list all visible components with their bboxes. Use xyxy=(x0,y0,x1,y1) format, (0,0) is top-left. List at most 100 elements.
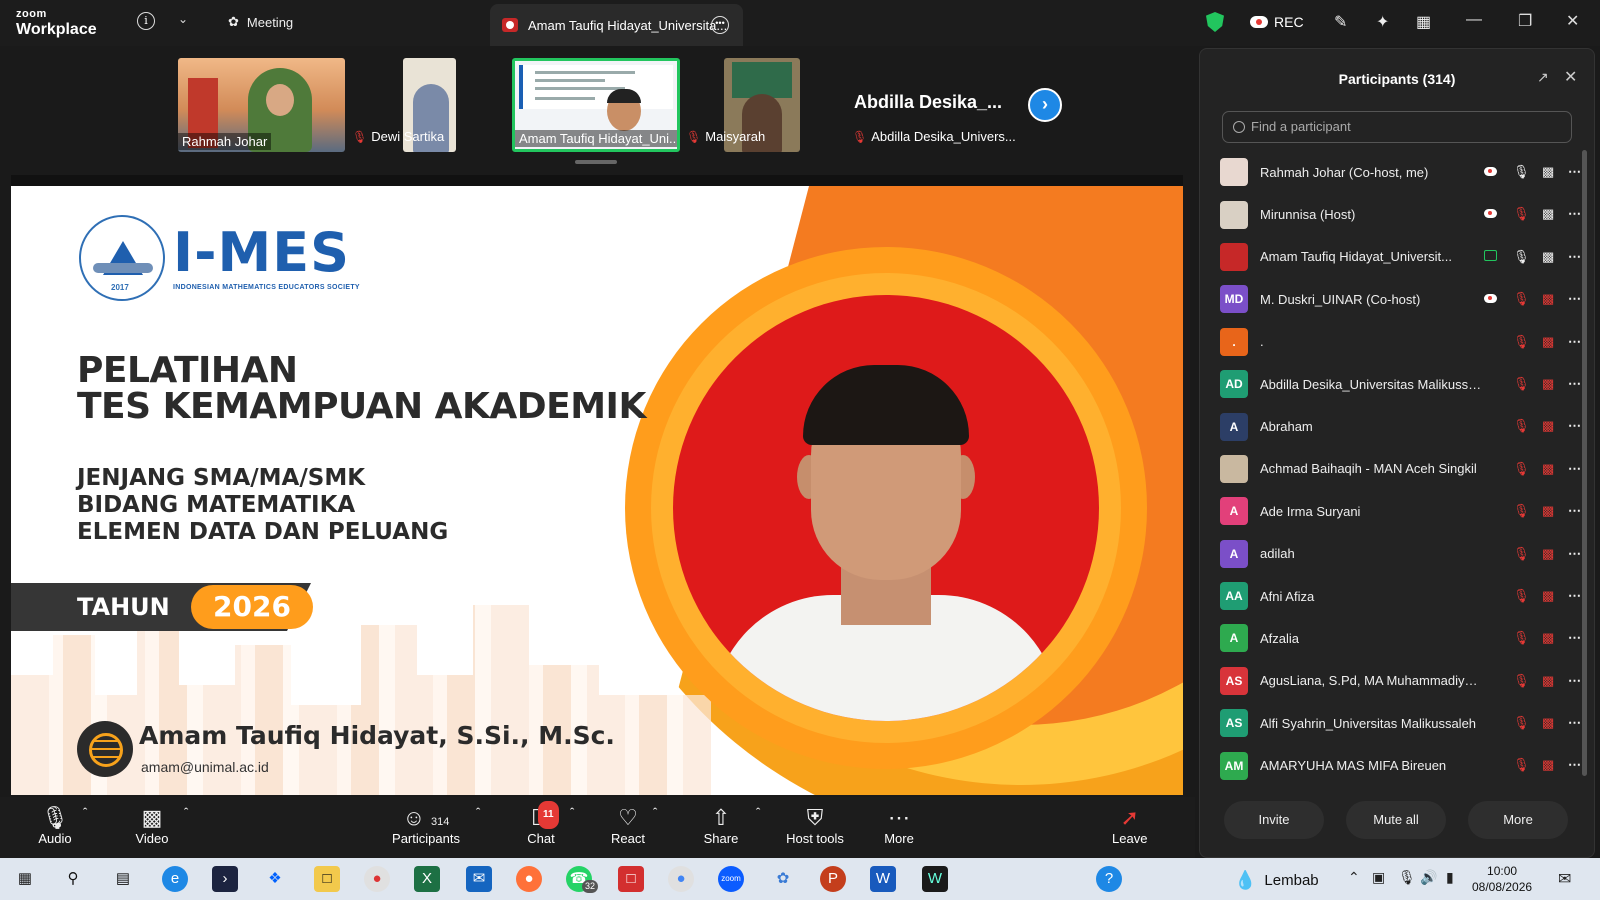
participants-options-caret[interactable]: ˆ xyxy=(476,805,480,820)
camera-off-icon[interactable]: ▩ xyxy=(1542,715,1554,731)
participant-more-icon[interactable]: ⋯ xyxy=(1568,164,1582,180)
participant-more-icon[interactable]: ⋯ xyxy=(1568,673,1582,689)
mail-icon[interactable]: ✉ xyxy=(466,866,492,892)
participant-row[interactable]: A Afzalia 🎙 ▩ ⋯ xyxy=(1220,617,1581,659)
system-clock[interactable]: 10:00 08/08/2026 xyxy=(1472,863,1532,895)
chrome-icon[interactable]: ● xyxy=(364,866,390,892)
whatsapp-icon[interactable]: ☎ 32 xyxy=(566,866,599,893)
participant-more-icon[interactable]: ⋯ xyxy=(1568,588,1582,604)
participant-more-icon[interactable]: ⋯ xyxy=(1568,757,1582,773)
mic-muted-icon[interactable]: 🎙 xyxy=(1513,334,1530,350)
camera-off-icon[interactable]: ▩ xyxy=(1542,418,1554,434)
pop-out-icon[interactable]: ↗ xyxy=(1537,69,1549,86)
minimize-icon[interactable]: — xyxy=(1466,11,1482,29)
participant-more-icon[interactable]: ⋯ xyxy=(1568,503,1582,519)
camera-off-icon[interactable]: ▩ xyxy=(1542,461,1554,477)
host-tools-button[interactable]: ⛨ Host tools xyxy=(782,805,848,846)
mic-muted-icon[interactable]: 🎙 xyxy=(1513,757,1530,773)
microphone-icon[interactable]: 🎙 xyxy=(1513,249,1530,265)
participant-row[interactable]: MD M. Duskri_UINAR (Co-host) 🎙 ▩ ⋯ xyxy=(1220,278,1582,320)
powershell-icon[interactable]: › xyxy=(212,866,238,892)
mic-muted-icon[interactable]: 🎙 xyxy=(1513,630,1530,646)
participant-search-input[interactable]: Find a participant xyxy=(1222,111,1572,143)
leave-button[interactable]: ➚ Leave xyxy=(1112,805,1147,846)
ai-sparkle-icon[interactable]: ✦ xyxy=(1376,12,1389,32)
participant-row[interactable]: AA Afni Afiza 🎙 ▩ ⋯ xyxy=(1220,575,1582,617)
participant-more-icon[interactable]: ⋯ xyxy=(1568,291,1582,307)
pdf-reader-icon[interactable]: □ xyxy=(618,866,644,892)
audio-options-caret[interactable]: ˆ xyxy=(83,805,87,820)
mic-muted-icon[interactable]: 🎙 xyxy=(1513,376,1530,392)
participant-row[interactable]: AM AMARYUHA MAS MIFA Bireuen 🎙 ▩ ⋯ xyxy=(1220,744,1582,786)
participant-row[interactable]: Amam Taufiq Hidayat_Universit... 🎙 ▩ ⋯ xyxy=(1220,236,1582,278)
network-app-icon[interactable]: ✿ xyxy=(770,866,796,892)
camera-icon[interactable]: ▩ xyxy=(1542,249,1554,265)
meeting-tab[interactable]: ✿ Meeting xyxy=(228,14,293,30)
participant-more-icon[interactable]: ⋯ xyxy=(1568,376,1582,392)
participant-row[interactable]: AD Abdilla Desika_Universitas Malikussal.… xyxy=(1220,363,1582,405)
react-button[interactable]: ♡ React xyxy=(608,805,648,846)
weather-widget[interactable]: 💧 Lembab xyxy=(1234,870,1319,891)
mic-tray-icon[interactable]: 🎙 xyxy=(1398,869,1416,886)
edge-icon[interactable]: e xyxy=(162,866,188,892)
close-panel-icon[interactable]: ✕ xyxy=(1564,67,1577,87)
mic-muted-icon[interactable]: 🎙 xyxy=(1513,206,1530,222)
participant-row[interactable]: Mirunnisa (Host) 🎙 ▩ ⋯ xyxy=(1220,193,1582,235)
windows-start-icon[interactable]: ▦ xyxy=(12,866,38,892)
participants-scrollbar[interactable] xyxy=(1582,150,1587,776)
recording-indicator[interactable]: REC xyxy=(1250,14,1304,30)
chevron-up-icon[interactable]: ⌃ xyxy=(1348,869,1360,886)
share-button[interactable]: ⇧ Share xyxy=(700,805,742,846)
camera-off-icon[interactable]: ▩ xyxy=(1542,588,1554,604)
camera-off-icon[interactable]: ▩ xyxy=(1542,757,1554,773)
share-options-caret[interactable]: ˆ xyxy=(756,805,760,820)
participant-row[interactable]: A Ade Irma Suryani 🎙 ▩ ⋯ xyxy=(1220,490,1582,532)
camera-off-icon[interactable]: ▩ xyxy=(1542,546,1554,562)
security-shield-icon[interactable] xyxy=(1206,12,1224,32)
camera-off-icon[interactable]: ▩ xyxy=(1542,291,1554,307)
react-options-caret[interactable]: ˆ xyxy=(653,805,657,820)
mic-muted-icon[interactable]: 🎙 xyxy=(1513,546,1530,562)
participant-row[interactable]: AS Alfi Syahrin_Universitas Malikussaleh 🎙… xyxy=(1220,702,1581,744)
participant-row[interactable]: AS AgusLiana, S.Pd, MA Muhammadiyah... 🎙 ▩ ⋯ xyxy=(1220,660,1582,702)
chat-options-caret[interactable]: ˆ xyxy=(570,805,574,820)
powerpoint-icon[interactable]: P xyxy=(820,866,846,892)
participant-row[interactable]: .. 🎙 ▩ ⋯ xyxy=(1220,321,1582,363)
participant-more-icon[interactable]: ⋯ xyxy=(1568,461,1582,477)
camera-off-icon[interactable]: ▩ xyxy=(1542,630,1554,646)
zoom-app-icon[interactable]: zoom xyxy=(718,866,744,892)
panel-more-button[interactable]: More xyxy=(1468,801,1568,839)
battery-icon[interactable]: ▮ xyxy=(1446,869,1454,886)
excel-icon[interactable]: X xyxy=(414,866,440,892)
participant-more-icon[interactable]: ⋯ xyxy=(1568,546,1582,562)
camera-off-icon[interactable]: ▩ xyxy=(1542,334,1554,350)
info-icon[interactable]: i xyxy=(137,12,155,30)
task-view-icon[interactable]: ▤ xyxy=(110,866,136,892)
camera-off-icon[interactable]: ▩ xyxy=(1542,673,1554,689)
mute-all-button[interactable]: Mute all xyxy=(1346,801,1446,839)
notifications-icon[interactable]: ✉ xyxy=(1558,869,1571,889)
restore-icon[interactable]: ❐ xyxy=(1518,11,1532,31)
participant-more-icon[interactable]: ⋯ xyxy=(1568,334,1582,350)
chrome-icon[interactable]: ● xyxy=(668,866,694,892)
participant-row[interactable]: Achmad Baihaqih - MAN Aceh Singkil 🎙 ▩ ⋯ xyxy=(1220,448,1582,490)
video-tile-active[interactable]: Amam Taufiq Hidayat_Uni... xyxy=(512,58,680,152)
apps-icon[interactable]: ▦ xyxy=(1416,12,1431,32)
participant-row[interactable]: Aadilah 🎙 ▩ ⋯ xyxy=(1220,533,1582,575)
mic-muted-icon[interactable]: 🎙 xyxy=(1513,291,1530,307)
mic-muted-icon[interactable]: 🎙 xyxy=(1513,673,1530,689)
participant-more-icon[interactable]: ⋯ xyxy=(1568,249,1582,265)
participant-more-icon[interactable]: ⋯ xyxy=(1568,418,1582,434)
close-icon[interactable]: ✕ xyxy=(1566,11,1579,31)
annotate-icon[interactable]: ✎ xyxy=(1334,12,1347,32)
mic-muted-icon[interactable]: 🎙 xyxy=(1513,588,1530,604)
camera-off-icon[interactable]: ▩ xyxy=(1542,503,1554,519)
participant-more-icon[interactable]: ⋯ xyxy=(1568,206,1582,222)
mic-muted-icon[interactable]: 🎙 xyxy=(1513,503,1530,519)
video-button[interactable]: ▩ Video xyxy=(132,805,172,846)
camera-icon[interactable]: ▩ xyxy=(1542,164,1554,180)
file-explorer-icon[interactable]: □ xyxy=(314,866,340,892)
video-options-caret[interactable]: ˆ xyxy=(184,805,188,820)
word-icon[interactable]: W xyxy=(870,866,896,892)
video-tile[interactable]: Rahmah Johar xyxy=(178,58,345,152)
